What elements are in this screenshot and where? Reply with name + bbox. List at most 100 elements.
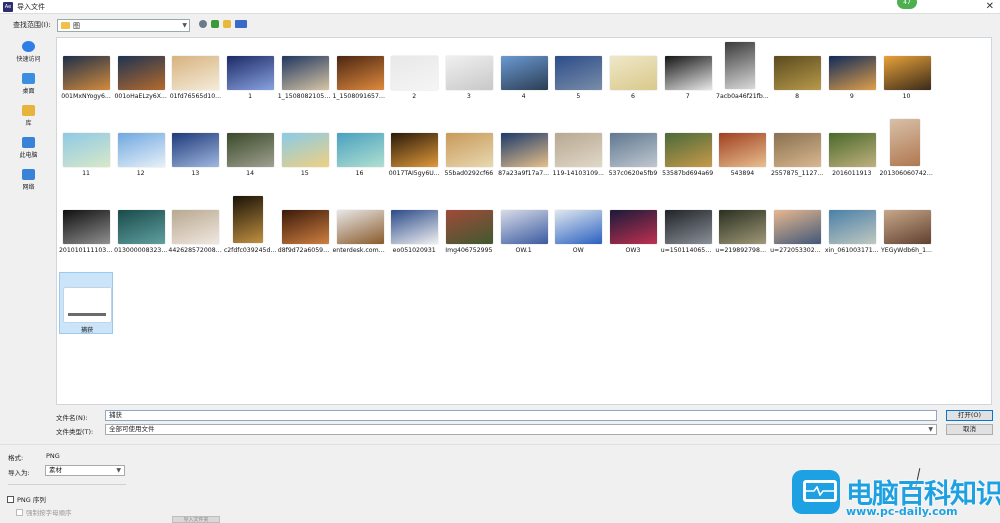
file-name: 捕获 <box>80 327 94 334</box>
file-item[interactable]: 001MxNYogy6... <box>59 41 113 103</box>
new-folder-icon[interactable] <box>223 20 231 28</box>
file-item[interactable]: u=2198927985... <box>715 195 769 257</box>
file-item[interactable]: 001oHaELzy6X... <box>114 41 168 103</box>
file-item[interactable]: 4 <box>497 41 551 103</box>
open-button[interactable]: 打开(O) <box>946 410 993 421</box>
file-item[interactable]: 013000008323... <box>114 195 168 257</box>
file-item[interactable]: 捕获 <box>59 272 113 334</box>
file-item[interactable]: xin_061003171... <box>825 195 879 257</box>
file-item[interactable]: 2 <box>387 41 441 103</box>
file-name: u=1501140656... <box>660 247 715 254</box>
file-name: 13 <box>191 170 200 177</box>
place-library[interactable]: 库 <box>4 100 53 132</box>
file-item[interactable]: 1 <box>223 41 277 103</box>
file-thumbnail <box>117 210 165 244</box>
file-name: u=2198927985... <box>715 247 770 254</box>
filename-input[interactable]: 捕获 <box>105 410 937 421</box>
file-thumbnail <box>117 133 165 167</box>
file-thumbnail <box>391 133 439 167</box>
force-alpha-order-checkbox <box>16 508 23 516</box>
file-item[interactable]: OW3 <box>606 195 660 257</box>
file-item[interactable]: 2013060607421... <box>880 118 934 180</box>
file-item[interactable]: 12 <box>114 118 168 180</box>
file-item[interactable]: 8 <box>770 41 824 103</box>
file-name: 14 <box>246 170 255 177</box>
file-item[interactable]: 4426285720080... <box>168 195 222 257</box>
file-item[interactable]: enterdesk.com-... <box>333 195 387 257</box>
file-item[interactable]: 10 <box>880 41 934 103</box>
file-item[interactable]: YEGyWdb6h_1... <box>880 195 934 257</box>
filetype-select[interactable]: 全部可使用文件 ▼ <box>105 424 937 435</box>
file-name: xin_061003171... <box>824 247 879 254</box>
file-name: 4 <box>521 93 526 100</box>
file-thumbnail <box>336 56 384 90</box>
file-item[interactable]: 1_15080821053... <box>278 41 332 103</box>
file-item[interactable]: 7 <box>661 41 715 103</box>
file-name: OW.1 <box>515 247 532 254</box>
watermark: 电脑百科知识 www.pc-daily.com <box>788 468 1000 523</box>
file-item[interactable]: 2010101111030... <box>59 195 113 257</box>
file-item[interactable]: 13 <box>168 118 222 180</box>
file-item[interactable]: d8f9d72a60592... <box>278 195 332 257</box>
file-item[interactable]: 7acb0a46f21fb... <box>715 41 769 103</box>
file-item[interactable]: c2fdfc039245d... <box>223 195 277 257</box>
close-button[interactable]: ✕ <box>986 1 994 12</box>
file-item[interactable]: 6 <box>606 41 660 103</box>
network-icon <box>22 169 35 180</box>
places-bar: 快速访问 桌面库此电脑网络 <box>4 36 53 202</box>
file-item[interactable]: 53587bd694a69 <box>661 118 715 180</box>
file-item[interactable]: 87a23a9f17a7... <box>497 118 551 180</box>
file-item[interactable]: 1_15080916573... <box>333 41 387 103</box>
file-item[interactable]: 543894 <box>715 118 769 180</box>
cancel-button[interactable]: 取消 <box>946 424 993 435</box>
lookin-value: 图 <box>73 21 80 30</box>
file-thumbnail <box>719 210 767 244</box>
place-network[interactable]: 网络 <box>4 164 53 196</box>
file-item[interactable]: 14 <box>223 118 277 180</box>
place-label: 库 <box>25 120 32 127</box>
file-name: 6 <box>631 93 635 100</box>
desktop-icon <box>22 73 35 84</box>
file-item[interactable]: u=2720533028... <box>770 195 824 257</box>
file-item[interactable]: 5 <box>551 41 605 103</box>
file-thumbnail <box>555 56 603 90</box>
file-item[interactable]: 0017TAI5gy6U... <box>387 118 441 180</box>
back-icon[interactable] <box>199 20 207 28</box>
lookin-select[interactable]: 图 ▼ <box>57 19 190 32</box>
panel-divider <box>0 444 1000 445</box>
file-item[interactable]: eo051020931 <box>387 195 441 257</box>
png-sequence-option[interactable]: PNG 序列 <box>7 494 46 504</box>
import-as-label: 导入为: <box>8 469 30 477</box>
file-item[interactable]: 2016011913 <box>825 118 879 180</box>
file-item[interactable]: OW <box>551 195 605 257</box>
place-desktop[interactable]: 桌面 <box>4 68 53 100</box>
file-item[interactable]: Img406752995 <box>442 195 496 257</box>
file-item[interactable]: 3 <box>442 41 496 103</box>
file-list[interactable]: 001MxNYogy6... 001oHaELzy6X... 01fd76565d1… <box>56 37 992 405</box>
file-item[interactable]: 9 <box>825 41 879 103</box>
up-folder-icon[interactable] <box>211 20 219 28</box>
import-folder-button[interactable]: 导入文件夹 <box>172 516 220 523</box>
place-computer[interactable]: 此电脑 <box>4 132 53 164</box>
file-item[interactable]: 15 <box>278 118 332 180</box>
file-item[interactable]: 2557875_1127... <box>770 118 824 180</box>
place-star[interactable]: 快速访问 <box>4 36 53 68</box>
file-name: u=2720533028... <box>770 247 825 254</box>
file-item[interactable]: 537c0620e5fb9 <box>606 118 660 180</box>
view-menu-icon[interactable] <box>235 20 247 28</box>
file-item[interactable]: OW.1 <box>497 195 551 257</box>
png-sequence-checkbox[interactable] <box>7 495 14 503</box>
file-name: 119-14103109... <box>552 170 605 177</box>
file-item[interactable]: 119-14103109... <box>551 118 605 180</box>
file-item[interactable]: 11 <box>59 118 113 180</box>
file-item[interactable]: 16 <box>333 118 387 180</box>
filetype-value: 全部可使用文件 <box>109 425 155 433</box>
place-label: 此电脑 <box>19 152 38 159</box>
file-item[interactable]: 55bad0292cf66 <box>442 118 496 180</box>
file-item[interactable]: u=1501140656... <box>661 195 715 257</box>
force-alpha-order-option: 强制按字母顺序 <box>16 507 72 517</box>
file-thumbnail <box>774 210 822 244</box>
toolbar: 查找范围(I): 图 ▼ <box>0 14 1000 36</box>
file-item[interactable]: 01fd76565d10... <box>168 41 222 103</box>
import-as-select[interactable]: 素材 ▼ <box>45 465 125 476</box>
